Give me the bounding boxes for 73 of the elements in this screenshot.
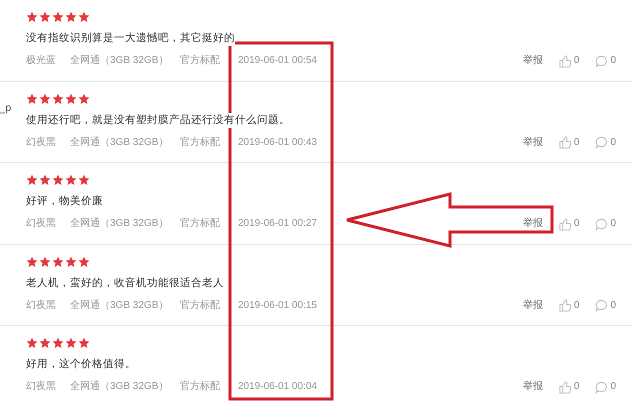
star-icon <box>65 11 77 23</box>
package-variant: 官方标配 <box>180 136 221 150</box>
like-count: 0 <box>574 380 580 394</box>
star-icon <box>65 337 77 349</box>
star-icon <box>39 92 51 104</box>
comment-icon[interactable] <box>595 218 608 230</box>
star-icon <box>39 174 51 186</box>
star-icon <box>52 92 64 104</box>
reply-count: 0 <box>610 136 616 150</box>
star-icon <box>65 174 77 186</box>
report-link[interactable]: 举报 <box>522 136 543 150</box>
color-variant: 幻夜黑 <box>26 298 57 312</box>
reply-count: 0 <box>610 54 616 68</box>
star-icon <box>65 92 77 104</box>
comment-icon[interactable] <box>595 380 608 394</box>
color-variant: 幻夜黑 <box>26 136 57 150</box>
like-count: 0 <box>574 217 580 231</box>
thumbs-up-icon[interactable] <box>558 380 572 394</box>
color-variant: 幻夜黑 <box>26 217 57 231</box>
comment-icon[interactable] <box>595 136 608 149</box>
package-variant: 官方标配 <box>180 54 221 68</box>
star-icon <box>78 256 90 268</box>
color-variant: 幻夜黑 <box>26 380 57 394</box>
star-icon <box>52 256 64 268</box>
review-date: 2019-06-01 00:27 <box>238 217 317 231</box>
report-link[interactable]: 举报 <box>522 298 543 312</box>
star-icon <box>39 256 51 268</box>
color-variant: 极光蓝 <box>26 54 57 68</box>
star-icon <box>39 337 51 349</box>
spec-variant: 全网通（3GB 32GB） <box>70 380 170 394</box>
package-variant: 官方标配 <box>180 217 221 231</box>
star-icon <box>65 256 77 268</box>
star-icon <box>26 256 38 268</box>
review-date: 2019-06-01 00:54 <box>238 54 317 68</box>
like-count: 0 <box>574 136 580 150</box>
user-name[interactable]: _p <box>0 102 12 114</box>
spec-variant: 全网通（3GB 32GB） <box>70 298 170 312</box>
review-date: 2019-06-01 00:15 <box>238 298 317 312</box>
comment-icon[interactable] <box>595 299 608 312</box>
star-icon <box>78 174 90 186</box>
thumbs-up-icon[interactable] <box>558 136 572 149</box>
thumbs-up-icon[interactable] <box>558 218 572 230</box>
like-count: 0 <box>574 298 580 312</box>
spec-variant: 全网通（3GB 32GB） <box>70 136 170 150</box>
thumbs-up-icon[interactable] <box>558 54 572 68</box>
comment-icon[interactable] <box>595 54 608 68</box>
star-icon <box>52 337 64 349</box>
reply-count: 0 <box>610 217 616 231</box>
report-link[interactable]: 举报 <box>522 217 543 231</box>
review-date: 2019-06-01 00:04 <box>238 380 317 394</box>
star-icon <box>39 11 51 23</box>
star-icon <box>78 11 90 23</box>
star-icon <box>78 92 90 104</box>
package-variant: 官方标配 <box>180 380 221 394</box>
reply-count: 0 <box>610 380 616 394</box>
review-text: 没有指纹识别算是一大遗憾吧，其它挺好的 <box>26 31 235 46</box>
spec-variant: 全网通（3GB 32GB） <box>70 217 170 231</box>
star-icon <box>26 92 38 104</box>
report-link[interactable]: 举报 <box>522 380 543 394</box>
review-date: 2019-06-01 00:43 <box>238 136 317 150</box>
report-link[interactable]: 举报 <box>522 54 543 68</box>
star-icon <box>52 174 64 186</box>
star-icon <box>26 337 38 349</box>
spec-variant: 全网通（3GB 32GB） <box>70 54 170 68</box>
like-count: 0 <box>574 54 580 68</box>
star-icon <box>26 174 38 186</box>
thumbs-up-icon[interactable] <box>558 299 572 312</box>
reply-count: 0 <box>610 298 616 312</box>
star-icon <box>52 11 64 23</box>
star-icon <box>26 11 38 23</box>
package-variant: 官方标配 <box>180 298 221 312</box>
star-icon <box>78 337 90 349</box>
review-text: 老人机，蛮好的，收音机功能很适合老人 <box>26 276 224 290</box>
